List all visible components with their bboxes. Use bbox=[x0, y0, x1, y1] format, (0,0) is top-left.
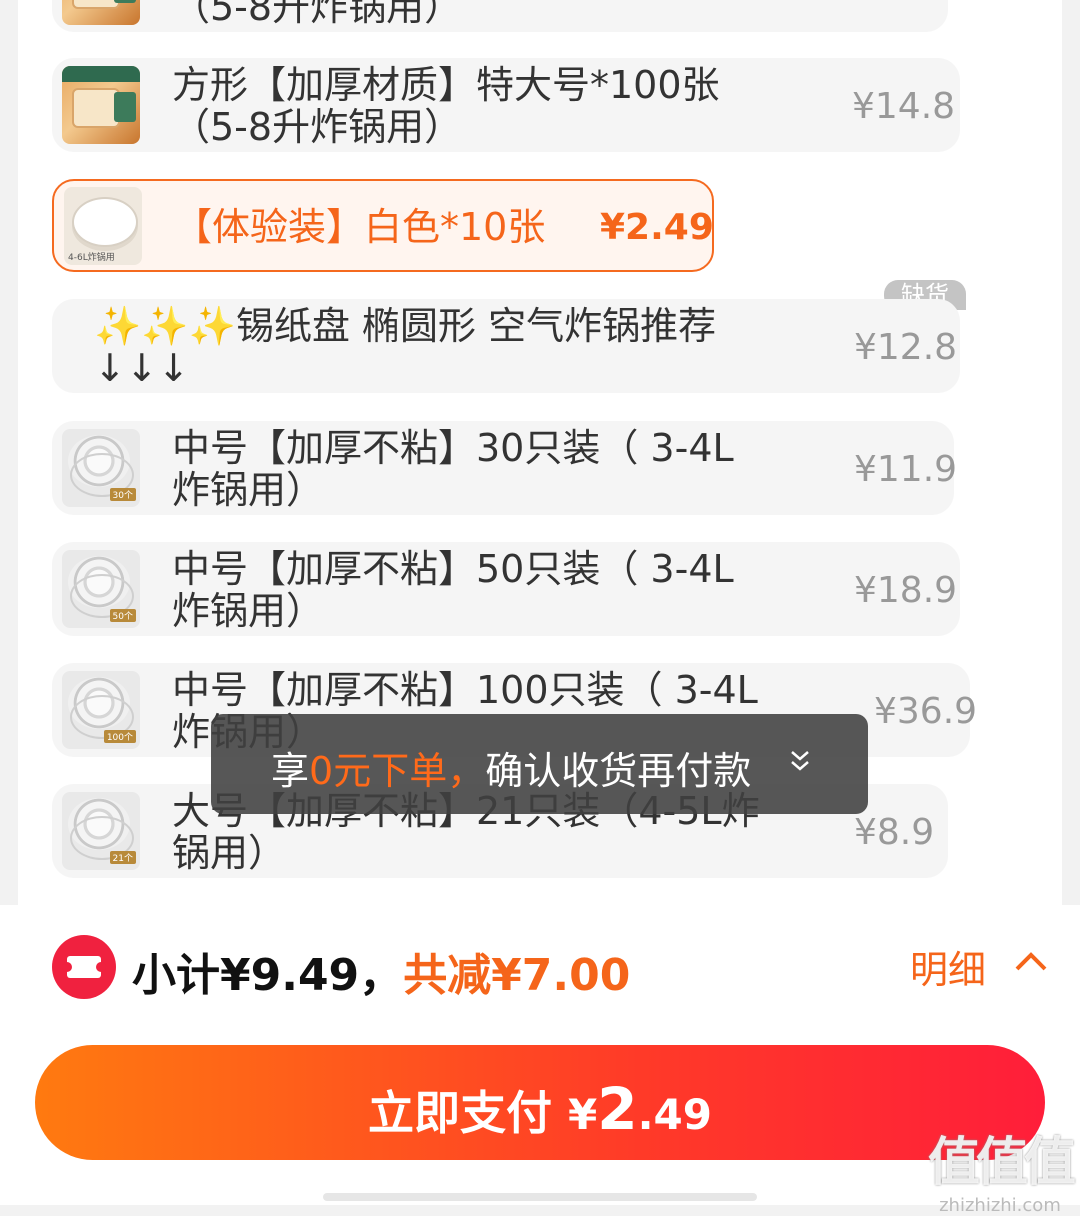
product-thumbnail: 30个 bbox=[62, 429, 140, 507]
sku-option-square-100[interactable]: 方形【加厚材质】特大号*100张 （5-8升炸锅用） ¥14.8 bbox=[52, 58, 960, 152]
product-thumbnail bbox=[62, 0, 140, 25]
sku-option-name: 中号【加厚不粘】30只装（ 3-4L 炸锅用） bbox=[172, 426, 734, 512]
sku-option-foil-tray-header[interactable]: ✨✨✨锡纸盘 椭圆形 空气炸锅推荐 ↓↓↓ ¥12.8 bbox=[52, 299, 960, 393]
product-thumbnail: 50个 bbox=[62, 550, 140, 628]
sku-option-name: ✨✨✨锡纸盘 椭圆形 空气炸锅推荐 ↓↓↓ bbox=[94, 304, 717, 390]
sku-option-price: ¥8.9 bbox=[854, 812, 935, 853]
sku-option-medium-50[interactable]: 50个 中号【加厚不粘】50只装（ 3-4L 炸锅用） ¥18.9 bbox=[52, 542, 960, 636]
sku-option-price: ¥2.49 bbox=[600, 207, 714, 248]
sku-option-price: ¥12.8 bbox=[854, 327, 958, 368]
toast-message: 享0元下单，确认收货再付款 bbox=[271, 749, 752, 793]
zero-pay-toast[interactable]: 享0元下单，确认收货再付款 bbox=[211, 714, 868, 814]
checkout-bar: 小计¥9.49，共减¥7.00 明细 立即支付 ¥2.49 bbox=[0, 905, 1080, 1205]
home-indicator[interactable] bbox=[323, 1193, 757, 1201]
pay-now-button[interactable]: 立即支付 ¥2.49 bbox=[35, 1045, 1045, 1160]
product-thumbnail: 100个 bbox=[62, 671, 140, 749]
sku-option-name: 【体验装】白色*10张 bbox=[174, 205, 546, 249]
sku-option-price: ¥11.9 bbox=[854, 449, 958, 490]
watermark: 值值值 zhizhizhi.com bbox=[927, 1133, 1076, 1216]
sku-option-name: 中号【加厚不粘】50只装（ 3-4L 炸锅用） bbox=[172, 547, 734, 633]
product-thumbnail bbox=[62, 66, 140, 144]
sku-option-price: ¥36.9 bbox=[874, 691, 978, 732]
chevron-double-down-icon bbox=[791, 751, 809, 771]
product-thumbnail: 4-6L炸锅用 bbox=[64, 187, 142, 265]
product-thumbnail: 21个 bbox=[62, 792, 140, 870]
coupon-icon bbox=[52, 935, 116, 999]
sku-option-name: （5-8升炸锅用） bbox=[172, 0, 463, 29]
sku-option-price: ¥18.9 bbox=[854, 570, 958, 611]
sku-option-square-5-8l-partial[interactable]: （5-8升炸锅用） bbox=[52, 0, 948, 32]
sku-option-trial-pack[interactable]: 4-6L炸锅用 【体验装】白色*10张 ¥2.49 bbox=[52, 179, 714, 272]
sku-option-name: 方形【加厚材质】特大号*100张 （5-8升炸锅用） bbox=[172, 63, 720, 149]
price-summary: 小计¥9.49，共减¥7.00 bbox=[132, 950, 631, 1001]
sku-option-medium-30[interactable]: 30个 中号【加厚不粘】30只装（ 3-4L 炸锅用） ¥11.9 bbox=[52, 421, 958, 515]
sku-option-price: ¥14.8 bbox=[852, 86, 956, 127]
pay-button-label: 立即支付 ¥2.49 bbox=[367, 1075, 712, 1143]
detail-toggle[interactable]: 明细 bbox=[910, 939, 1047, 994]
chevron-up-icon bbox=[1015, 952, 1047, 971]
